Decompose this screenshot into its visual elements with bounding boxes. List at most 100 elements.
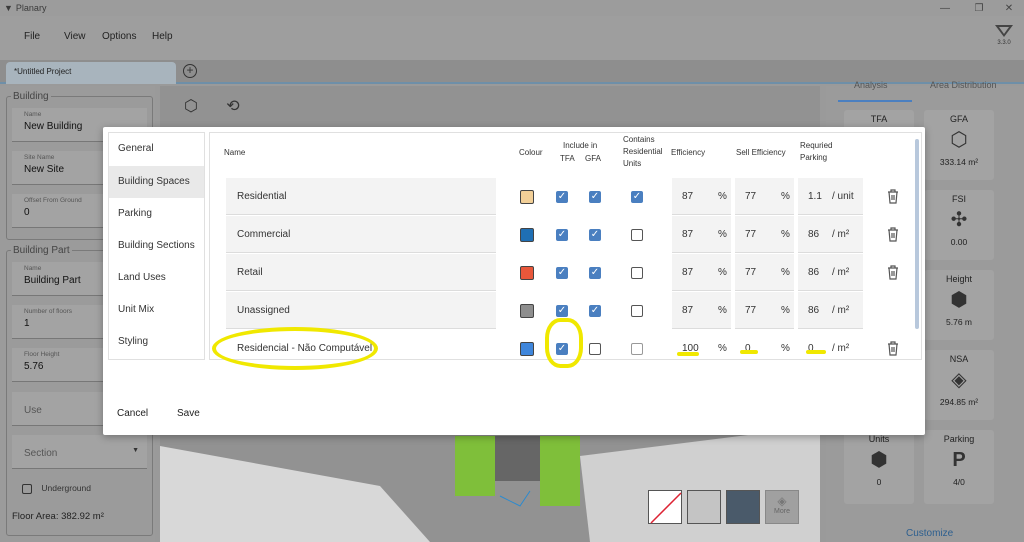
space-name[interactable]: Residential — [226, 178, 496, 215]
header-name: Name — [224, 148, 246, 157]
residential-units-checkbox[interactable] — [631, 343, 643, 355]
map-style-street[interactable] — [687, 490, 721, 524]
header-gfa: GFA — [585, 154, 602, 163]
header-residential: Residential — [623, 147, 663, 156]
table-scrollbar[interactable] — [915, 139, 919, 329]
menu-options[interactable]: Options — [102, 31, 136, 42]
efficiency-value: 87 — [682, 229, 694, 240]
efficiency-unit: % — [718, 305, 727, 316]
delete-icon[interactable] — [886, 340, 900, 356]
add-tab-icon[interactable]: + — [183, 64, 197, 78]
tfa-checkbox[interactable]: ✓ — [556, 229, 568, 241]
residential-units-checkbox[interactable] — [631, 305, 643, 317]
tfa-checkbox[interactable]: ✓ — [556, 191, 568, 203]
sell-efficiency-cell[interactable]: 77 % — [735, 178, 794, 215]
map-style-none[interactable] — [648, 490, 682, 524]
parking-value: 4/0 — [953, 477, 965, 487]
tfa-checkbox[interactable]: ✓ — [556, 267, 568, 279]
underground-checkbox-row[interactable]: Underground — [22, 483, 91, 494]
sell-efficiency-cell[interactable]: 77 % — [735, 216, 794, 253]
parking-cell[interactable]: 1.1 / unit — [798, 178, 863, 215]
nav-unit-mix[interactable]: Unit Mix — [109, 294, 204, 326]
3d-view-icon[interactable]: ⬡ — [180, 96, 202, 118]
building-part-legend: Building Part — [11, 245, 72, 256]
gfa-checkbox[interactable]: ✓ — [589, 267, 601, 279]
parking-icon: P — [952, 449, 966, 471]
delete-icon[interactable] — [886, 188, 900, 204]
colour-swatch[interactable] — [520, 304, 534, 318]
efficiency-cell[interactable]: 87 % — [672, 216, 731, 253]
delete-icon[interactable] — [886, 226, 900, 242]
parking-cell[interactable]: 0 / m² — [798, 330, 863, 359]
space-name[interactable]: Commercial — [226, 216, 496, 253]
nav-styling[interactable]: Styling — [109, 326, 204, 358]
colour-swatch[interactable] — [520, 228, 534, 242]
nav-building-spaces[interactable]: Building Spaces — [109, 166, 204, 198]
chevron-down-icon: ▼ — [132, 447, 139, 454]
parking-cell[interactable]: 86 / m² — [798, 292, 863, 329]
tab-untitled-project[interactable]: *Untitled Project — [6, 62, 176, 84]
header-tfa: TFA — [560, 154, 575, 163]
underground-checkbox[interactable] — [22, 483, 32, 494]
gfa-checkbox[interactable] — [589, 343, 601, 355]
sell-efficiency-value: 77 — [745, 191, 757, 202]
tfa-checkbox[interactable]: ✓ — [556, 305, 568, 317]
parking-title: Parking — [943, 434, 975, 444]
colour-swatch[interactable] — [520, 190, 534, 204]
customize-link[interactable]: Customize — [906, 528, 953, 539]
save-button[interactable]: Save — [177, 408, 200, 419]
more-map-styles[interactable]: ◈ More — [765, 490, 799, 524]
nav-parking[interactable]: Parking — [109, 198, 204, 230]
colour-swatch[interactable] — [520, 342, 534, 356]
efficiency-cell[interactable]: 87 % — [672, 178, 731, 215]
tab-analysis[interactable]: Analysis — [854, 80, 888, 90]
efficiency-cell[interactable]: 87 % — [672, 292, 731, 329]
parking-cell[interactable]: 86 / m² — [798, 254, 863, 291]
nsa-card: NSA ◈ 294.85 m² — [924, 350, 994, 420]
parking-cell[interactable]: 86 / m² — [798, 216, 863, 253]
camera-rotate-icon[interactable]: ⟲ — [222, 96, 244, 118]
space-name[interactable]: Unassigned — [226, 292, 496, 329]
menu-view[interactable]: View — [64, 31, 86, 42]
colour-swatch[interactable] — [520, 266, 534, 280]
table-row: Commercial ✓ ✓ 87 % 77 % 86 / m² — [224, 216, 909, 253]
version-label: 3.3.0 — [997, 40, 1011, 46]
delete-icon[interactable] — [886, 264, 900, 280]
units-icon: ⬢ — [870, 449, 888, 471]
cancel-button[interactable]: Cancel — [117, 408, 148, 419]
residential-units-checkbox[interactable] — [631, 229, 643, 241]
highlight-ellipse-name — [212, 327, 378, 370]
tfa-title: TFA — [870, 114, 888, 124]
height-value: 5.76 m — [946, 317, 972, 327]
menu-file[interactable]: File — [24, 31, 40, 42]
sell-efficiency-cell[interactable]: 77 % — [735, 254, 794, 291]
nav-building-sections[interactable]: Building Sections — [109, 230, 204, 262]
sell-efficiency-unit: % — [781, 191, 790, 202]
tab-area-distribution[interactable]: Area Distribution — [930, 80, 997, 90]
menu-help[interactable]: Help — [152, 31, 173, 42]
restore-icon[interactable]: ❐ — [964, 0, 994, 16]
section-select[interactable]: Section ▼ — [12, 435, 147, 469]
units-card: Units ⬢ 0 — [844, 430, 914, 504]
header-sell-efficiency: Sell Efficiency — [736, 148, 786, 157]
sell-efficiency-cell[interactable]: 0 % — [735, 330, 794, 359]
nsa-value: 294.85 m² — [939, 397, 979, 407]
residential-units-checkbox[interactable] — [631, 267, 643, 279]
map-style-satellite[interactable] — [726, 490, 760, 524]
section-label: Section — [24, 448, 58, 459]
efficiency-cell[interactable]: 87 % — [672, 254, 731, 291]
residential-units-checkbox[interactable]: ✓ — [631, 191, 643, 203]
close-icon[interactable]: ✕ — [994, 0, 1024, 16]
height-card: Height ⬢ 5.76 m — [924, 270, 994, 340]
units-value: 0 — [876, 477, 882, 487]
nav-general[interactable]: General — [109, 133, 204, 165]
gfa-checkbox[interactable]: ✓ — [589, 191, 601, 203]
nav-land-uses[interactable]: Land Uses — [109, 262, 204, 294]
minimize-icon[interactable]: — — [930, 0, 960, 16]
space-name[interactable]: Retail — [226, 254, 496, 291]
sell-efficiency-value: 77 — [745, 267, 757, 278]
gfa-title: GFA — [949, 114, 968, 124]
gfa-checkbox[interactable]: ✓ — [589, 305, 601, 317]
sell-efficiency-cell[interactable]: 77 % — [735, 292, 794, 329]
gfa-checkbox[interactable]: ✓ — [589, 229, 601, 241]
